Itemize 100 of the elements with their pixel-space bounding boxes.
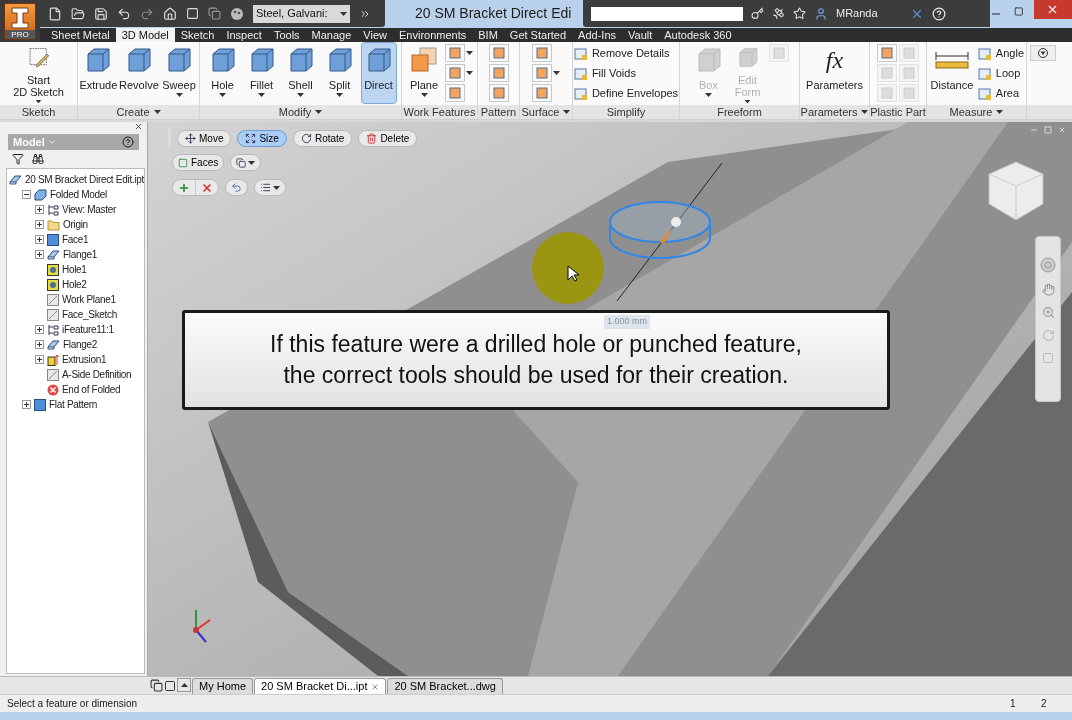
satellite-icon[interactable] (772, 7, 785, 20)
ribbon-tab[interactable]: Environments (393, 28, 473, 42)
application-menu-button[interactable]: PRO (0, 0, 40, 42)
document-tab[interactable]: My Home (192, 678, 254, 694)
tree-item-label[interactable]: Face1 (62, 232, 89, 247)
ribbon-tool-button[interactable]: fx Parameters (803, 42, 866, 104)
star-icon[interactable] (793, 7, 806, 20)
tree-item-label[interactable]: Work Plane1 (62, 292, 116, 307)
tree-item-label[interactable]: Face_Sketch (62, 307, 118, 322)
ribbon-tab[interactable]: Get Started (503, 28, 573, 42)
tree-item-label[interactable]: Flange2 (63, 337, 98, 352)
close-icon[interactable] (371, 682, 380, 691)
faces-button[interactable]: Faces (172, 154, 225, 171)
mode-button[interactable]: Delete (358, 129, 418, 147)
save-icon[interactable] (94, 6, 108, 21)
tree-item-label[interactable]: Flat Pattern (49, 397, 98, 412)
expand-toggle-icon[interactable] (35, 220, 44, 229)
copy-icon[interactable] (208, 7, 221, 20)
mode-button[interactable]: Move (177, 129, 232, 147)
panel-label[interactable]: Modify (200, 105, 401, 119)
panel-label[interactable]: Freeform (680, 105, 799, 119)
panel-label[interactable]: Sketch (0, 105, 77, 119)
mode-button[interactable]: Rotate (292, 129, 353, 147)
expand-toggle-icon[interactable] (35, 250, 44, 259)
close-icon[interactable] (134, 122, 143, 131)
panel-label[interactable]: Parameters (800, 105, 869, 119)
tree-item-label[interactable]: iFeature11:1 (62, 322, 114, 337)
3d-viewport[interactable]: Move Size Rotate Delete Faces 1.000 mm If this feature were a drilled hole or punched feature, the correct tools should be used for their creation. (148, 122, 1072, 676)
tree-item-label[interactable]: 20 SM Bracket Direct Edit.ipt (24, 172, 144, 187)
ribbon-row-button[interactable]: Fill Voids (573, 65, 679, 82)
selection-filter-dropdown[interactable] (230, 154, 262, 171)
ribbon-tab[interactable]: 3D Model (115, 28, 175, 42)
panel-label[interactable]: Create (78, 105, 199, 119)
ribbon-tab[interactable]: Sheet Metal (45, 28, 116, 42)
tool-icon-button[interactable] (488, 84, 509, 102)
options-dropdown[interactable] (254, 179, 286, 196)
panel-label[interactable]: Pattern (478, 105, 519, 119)
ribbon-tab[interactable]: Add-Ins (572, 28, 622, 42)
tree-item-label[interactable]: Flange1 (63, 247, 98, 262)
expand-toggle-icon[interactable] (22, 400, 31, 409)
tree-item-label[interactable]: End of Folded (62, 382, 121, 397)
ribbon-tool-button[interactable]: Sweep (161, 42, 197, 104)
material-dropdown[interactable]: Steel, Galvani: (253, 4, 350, 23)
user-name[interactable]: MRanda (836, 5, 902, 22)
tool-icon-button[interactable] (532, 64, 560, 82)
tool-icon-button[interactable] (488, 44, 509, 62)
ribbon-tool-button[interactable]: Shell (282, 42, 319, 104)
tree-item-label[interactable]: Origin (63, 217, 88, 232)
find-icon[interactable] (32, 153, 44, 165)
ribbon-tool-button[interactable]: Fillet (243, 42, 280, 104)
ribbon-tab[interactable]: Tools (267, 28, 306, 42)
tree-item-label[interactable]: View: Master (62, 202, 116, 217)
help-icon[interactable] (122, 136, 134, 148)
ribbon-row-button[interactable]: Area (977, 85, 1024, 102)
filter-icon[interactable] (12, 153, 24, 165)
expand-toggle-icon[interactable] (35, 235, 44, 244)
ribbon-row-button[interactable]: Angle (977, 45, 1024, 62)
mode-button[interactable]: Size (237, 129, 287, 147)
tool-icon-button[interactable] (445, 44, 473, 62)
tree-item-label[interactable]: Folded Model (50, 187, 107, 202)
tile-icon[interactable] (164, 680, 176, 692)
ribbon-row-button[interactable]: Loop (977, 65, 1024, 82)
ribbon-tool-button[interactable]: Split (321, 42, 358, 104)
maximize-icon[interactable] (1014, 6, 1024, 17)
redo-icon[interactable] (140, 6, 154, 21)
tree-item-label[interactable]: Hole1 (62, 262, 87, 277)
tree-item-label[interactable]: Extrusion1 (62, 352, 107, 367)
expand-toggle-icon[interactable] (35, 205, 44, 214)
panel-label[interactable]: Simplify (573, 105, 679, 119)
collapse-toggle-icon[interactable] (22, 190, 31, 199)
ribbon-tool-button[interactable]: Revolve (119, 42, 158, 104)
panel-label[interactable]: Surface (520, 105, 572, 119)
ribbon-tool-button[interactable]: Start 2D Sketch (10, 42, 67, 104)
ribbon-tab[interactable]: Vault (622, 28, 659, 42)
tree-item-label[interactable]: A-Side Definition (62, 367, 132, 382)
panel-label[interactable]: Plastic Part (870, 105, 926, 119)
ribbon-tab[interactable]: Sketch (174, 28, 221, 42)
ribbon-tool-button[interactable]: Extrude (80, 42, 117, 104)
undo-icon[interactable] (117, 6, 131, 21)
open-folder-icon[interactable] (71, 6, 85, 21)
expand-toggle-icon[interactable] (35, 355, 44, 364)
home-icon[interactable] (163, 6, 177, 21)
tool-icon-button[interactable] (445, 64, 473, 82)
tool-icon-button[interactable] (877, 44, 897, 62)
document-tab[interactable]: 20 SM Bracket Di...ipt (254, 678, 387, 694)
new-file-icon[interactable] (48, 6, 62, 21)
search-field[interactable] (591, 6, 743, 21)
expand-toggle-icon[interactable] (35, 340, 44, 349)
ribbon-tool-button[interactable]: Direct (360, 42, 397, 104)
ribbon-tab[interactable]: Manage (305, 28, 358, 42)
panel-label[interactable]: Measure (927, 105, 1026, 119)
ribbon-tool-button[interactable]: Distance (929, 42, 975, 104)
ribbon-tab[interactable]: BIM (472, 28, 504, 42)
ribbon-tab[interactable]: Autodesk 360 (658, 28, 738, 42)
ribbon-row-button[interactable]: Define Envelopes (573, 85, 679, 102)
key-icon[interactable] (751, 7, 764, 20)
document-icon[interactable] (186, 7, 199, 20)
cascade-icon[interactable] (150, 679, 163, 692)
tab-list-button[interactable] (177, 678, 191, 692)
ribbon-tab[interactable]: Inspect (220, 28, 268, 42)
